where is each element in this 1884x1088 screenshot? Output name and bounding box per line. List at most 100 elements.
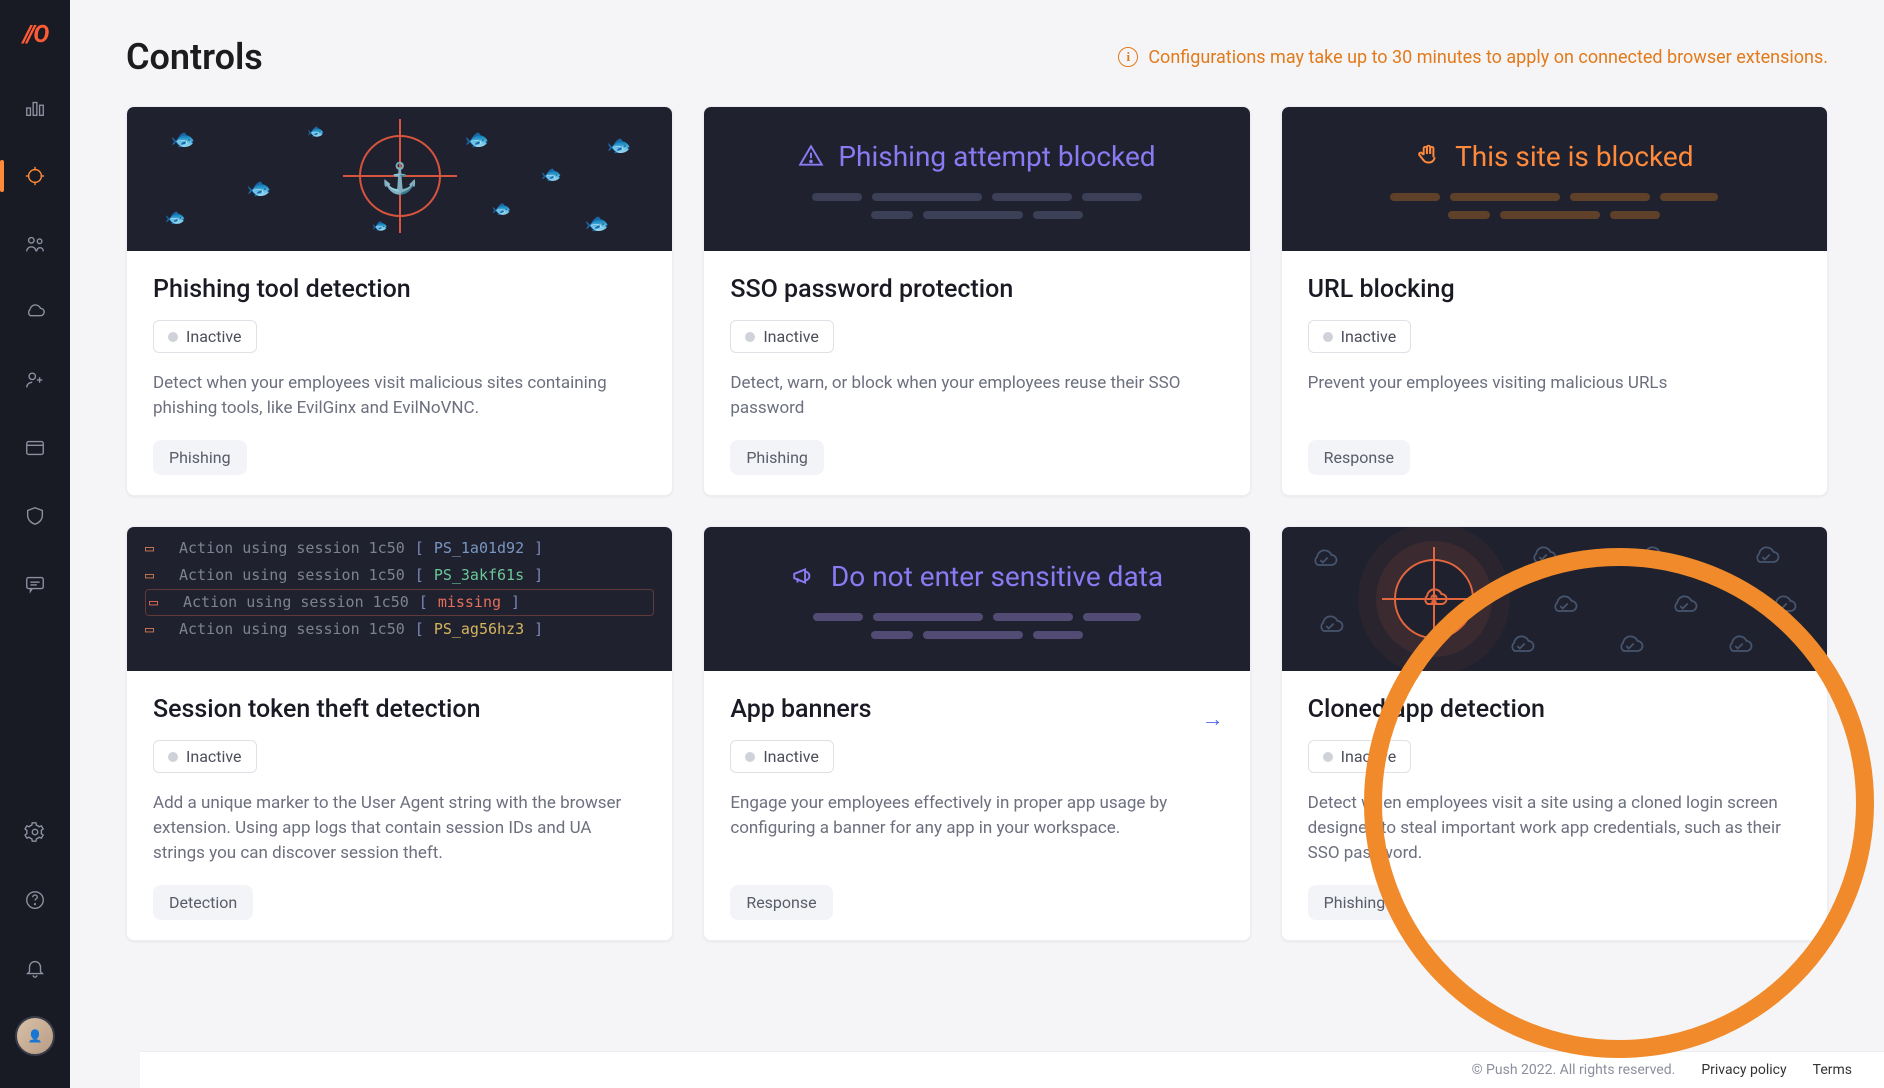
bell-icon: [24, 957, 46, 979]
tag: Phishing: [730, 440, 824, 475]
tag: Response: [1308, 440, 1410, 475]
hero-label: This site is blocked: [1455, 140, 1693, 173]
nav-help[interactable]: [15, 880, 55, 920]
footer: © Push 2022. All rights reserved. Privac…: [140, 1051, 1884, 1088]
card-body: SSO password protection Inactive Detect,…: [704, 251, 1249, 495]
card-body: App banners → Inactive Engage your emplo…: [704, 671, 1249, 940]
status-label: Inactive: [186, 747, 242, 766]
cloud-icon: [23, 301, 47, 323]
main: Controls i Configurations may take up to…: [70, 0, 1884, 1088]
nav-messages[interactable]: [15, 564, 55, 604]
warning-triangle-icon: [798, 143, 824, 169]
clouds-hero-graphic: [1282, 527, 1827, 671]
bar-chart-icon: [24, 97, 46, 119]
target-icon: [24, 165, 46, 187]
browser-icon: [24, 437, 46, 459]
status-label: Inactive: [186, 327, 242, 346]
card-title: URL blocking: [1308, 275, 1801, 304]
card-title: App banners: [730, 695, 871, 724]
card-cloned-app[interactable]: Cloned app detection Inactive Detect whe…: [1281, 526, 1828, 941]
status-chip[interactable]: Inactive: [1308, 740, 1412, 773]
hero-session-theft: ▭Action using session 1c50 [PS_1a01d92] …: [127, 527, 672, 671]
status-dot-icon: [745, 752, 755, 762]
nav-cloud[interactable]: [15, 292, 55, 332]
sidebar-nav: [15, 88, 55, 812]
card-description: Detect when your employees visit malicio…: [153, 371, 646, 420]
footer-link-terms[interactable]: Terms: [1813, 1062, 1852, 1078]
nav-browser[interactable]: [15, 428, 55, 468]
card-title: Session token theft detection: [153, 695, 646, 724]
card-body: Cloned app detection Inactive Detect whe…: [1282, 671, 1827, 940]
copyright: © Push 2022. All rights reserved.: [1472, 1062, 1676, 1078]
sidebar-bottom: 👤: [15, 812, 55, 1056]
malicious-cloud-icon: [1415, 584, 1453, 614]
hero-label: Do not enter sensitive data: [831, 560, 1163, 593]
status-chip[interactable]: Inactive: [730, 320, 834, 353]
card-body: Phishing tool detection Inactive Detect …: [127, 251, 672, 495]
status-dot-icon: [1323, 332, 1333, 342]
card-body: URL blocking Inactive Prevent your emplo…: [1282, 251, 1827, 495]
nav-protection[interactable]: [15, 496, 55, 536]
tag: Detection: [153, 885, 253, 920]
status-chip[interactable]: Inactive: [1308, 320, 1412, 353]
status-label: Inactive: [1341, 327, 1397, 346]
cards-grid: 🐟 🐟 🐟 🐟 🐟 🐟 🐟 🐟 🐟 🐟 ⚓: [70, 106, 1884, 997]
card-description: Detect when employees visit a site using…: [1308, 791, 1801, 865]
status-chip[interactable]: Inactive: [730, 740, 834, 773]
config-notice: i Configurations may take up to 30 minut…: [1118, 47, 1828, 68]
nav-people[interactable]: [15, 224, 55, 264]
nav-controls[interactable]: [15, 156, 55, 196]
hero-cloned-app: [1282, 527, 1827, 671]
gear-icon: [24, 821, 46, 843]
card-body: Session token theft detection Inactive A…: [127, 671, 672, 940]
hero-phishing-tool: 🐟 🐟 🐟 🐟 🐟 🐟 🐟 🐟 🐟 🐟 ⚓: [127, 107, 672, 251]
tag: Response: [730, 885, 832, 920]
status-label: Inactive: [1341, 747, 1397, 766]
tag: Phishing: [153, 440, 247, 475]
status-label: Inactive: [763, 327, 819, 346]
card-sso-protection[interactable]: Phishing attempt blocked SSO password pr…: [703, 106, 1250, 496]
open-arrow-icon[interactable]: →: [1202, 706, 1224, 732]
sidebar: //O: [0, 0, 70, 1088]
megaphone-icon: [791, 563, 817, 589]
card-app-banners[interactable]: Do not enter sensitive data App banners …: [703, 526, 1250, 941]
card-description: Prevent your employees visiting maliciou…: [1308, 371, 1801, 420]
hero-app-banners: Do not enter sensitive data: [704, 527, 1249, 671]
app-root: //O: [0, 0, 1884, 1088]
status-chip[interactable]: Inactive: [153, 740, 257, 773]
nav-dashboard[interactable]: [15, 88, 55, 128]
fish-hero-graphic: 🐟 🐟 🐟 🐟 🐟 🐟 🐟 🐟 🐟 🐟 ⚓: [127, 107, 672, 251]
hero-sso: Phishing attempt blocked: [704, 107, 1249, 251]
help-icon: [24, 889, 46, 911]
card-description: Add a unique marker to the User Agent st…: [153, 791, 646, 865]
tag: Phishing: [1308, 885, 1402, 920]
hook-icon: ⚓: [381, 162, 418, 197]
card-title: SSO password protection: [730, 275, 1223, 304]
card-title: Cloned app detection: [1308, 695, 1801, 724]
status-dot-icon: [168, 752, 178, 762]
status-dot-icon: [168, 332, 178, 342]
nav-onboarding[interactable]: [15, 360, 55, 400]
hand-stop-icon: [1415, 143, 1441, 169]
header: Controls i Configurations may take up to…: [70, 0, 1884, 106]
card-session-theft[interactable]: ▭Action using session 1c50 [PS_1a01d92] …: [126, 526, 673, 941]
status-label: Inactive: [763, 747, 819, 766]
status-dot-icon: [1323, 752, 1333, 762]
hero-label: Phishing attempt blocked: [838, 140, 1155, 173]
notice-text: Configurations may take up to 30 minutes…: [1148, 47, 1828, 68]
card-description: Engage your employees effectively in pro…: [730, 791, 1223, 865]
hero-url-blocking: This site is blocked: [1282, 107, 1827, 251]
terminal-graphic: ▭Action using session 1c50 [PS_1a01d92] …: [127, 527, 672, 651]
footer-link-privacy[interactable]: Privacy policy: [1701, 1062, 1786, 1078]
info-icon: i: [1118, 47, 1138, 67]
user-plus-icon: [24, 369, 46, 391]
card-url-blocking[interactable]: This site is blocked URL blocking Inacti…: [1281, 106, 1828, 496]
card-phishing-tool[interactable]: 🐟 🐟 🐟 🐟 🐟 🐟 🐟 🐟 🐟 🐟 ⚓: [126, 106, 673, 496]
status-chip[interactable]: Inactive: [153, 320, 257, 353]
page-title: Controls: [126, 36, 263, 78]
avatar[interactable]: 👤: [15, 1016, 55, 1056]
nav-settings[interactable]: [15, 812, 55, 852]
nav-notifications[interactable]: [15, 948, 55, 988]
logo: //O: [23, 20, 48, 48]
card-title: Phishing tool detection: [153, 275, 646, 304]
